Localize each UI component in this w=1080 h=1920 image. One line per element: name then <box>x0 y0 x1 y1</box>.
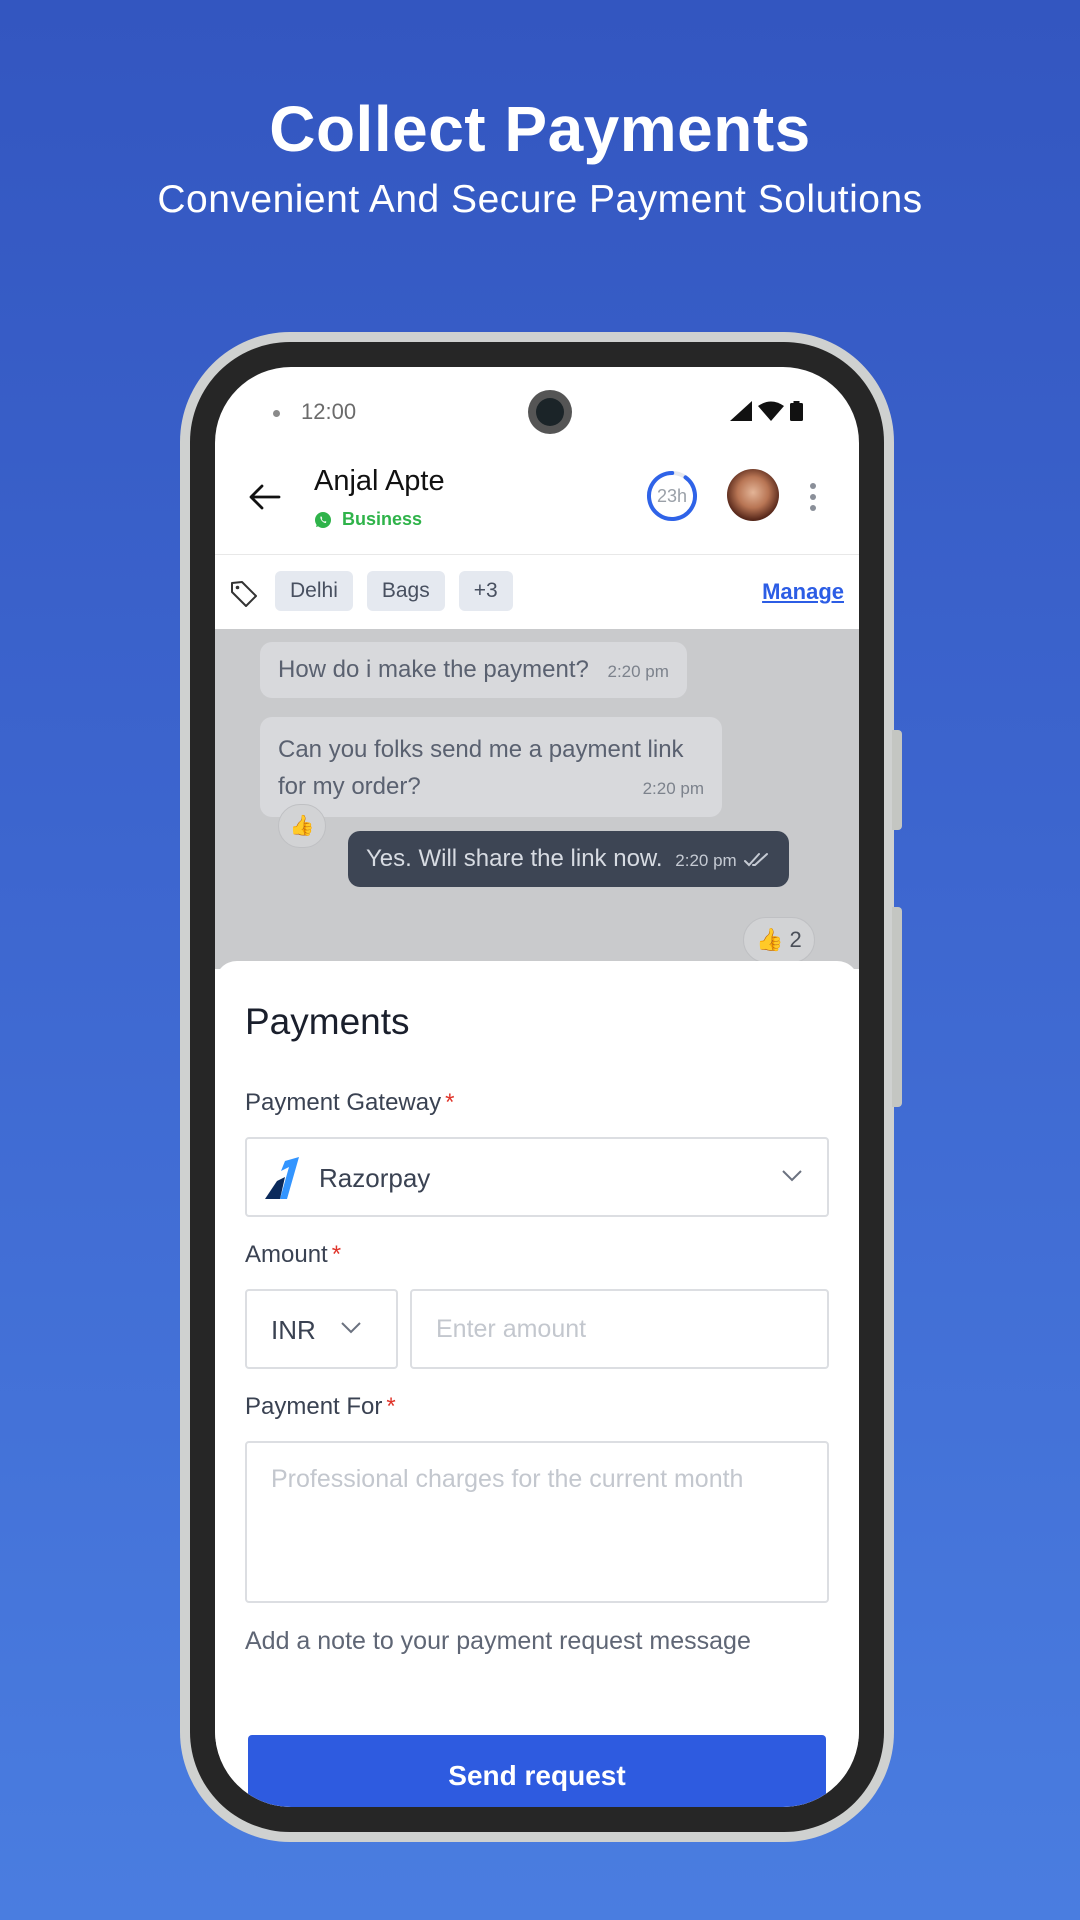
notification-dot-icon <box>273 410 280 417</box>
chevron-down-icon <box>341 1322 361 1334</box>
message-incoming: How do i make the payment? 2:20 pm <box>260 642 687 698</box>
message-time: 2:20 pm <box>642 779 704 798</box>
payment-for-label-text: Payment For <box>245 1393 383 1420</box>
manage-tags-link[interactable]: Manage <box>762 579 844 605</box>
double-check-icon <box>744 853 769 867</box>
whatsapp-icon <box>315 511 331 528</box>
required-mark: * <box>386 1393 396 1420</box>
razorpay-logo-icon <box>265 1157 299 1199</box>
helper-text: Add a note to your payment request messa… <box>245 1627 751 1655</box>
currency-select[interactable]: INR <box>245 1289 398 1369</box>
chat-header: Anjal Apte Business 23h <box>215 447 859 555</box>
message-time: 2:20 pm <box>607 662 669 681</box>
message-outgoing: Yes. Will share the link now. 2:20 pm <box>348 831 790 887</box>
status-bar: 12:00 <box>215 367 859 447</box>
send-request-button[interactable]: Send request <box>248 1735 826 1807</box>
sheet-title: Payments <box>245 1001 410 1042</box>
tags-bar: Delhi Bags +3 Manage <box>215 555 859 629</box>
timer-label: 23h <box>656 486 688 506</box>
message-time: 2:20 pm <box>675 851 737 870</box>
volume-button <box>892 730 902 830</box>
back-arrow-icon[interactable] <box>245 477 285 517</box>
avatar[interactable] <box>727 469 779 521</box>
phone-bezel: 12:00 Anjal Apte Business 23h Delhi Bags… <box>190 342 884 1832</box>
message-text: How do i make the payment? <box>278 656 589 683</box>
gateway-label: Payment Gateway * <box>245 1089 454 1117</box>
thumbs-up-icon: 👍 <box>756 927 784 952</box>
camera-cutout <box>528 390 572 434</box>
hero-title: Collect Payments <box>269 93 811 165</box>
message-text: Can you folks send me a payment link for… <box>278 736 684 800</box>
status-icons <box>730 401 803 421</box>
payment-for-textarea[interactable] <box>245 1441 829 1603</box>
signal-icon <box>730 401 752 421</box>
wifi-icon <box>758 401 784 421</box>
tag-chip[interactable]: Delhi <box>275 571 353 611</box>
message-text: Yes. Will share the link now. <box>366 845 663 872</box>
chevron-down-icon <box>782 1170 802 1182</box>
message-reaction[interactable]: 👍 <box>278 804 326 848</box>
contact-name[interactable]: Anjal Apte <box>314 465 445 498</box>
message-reaction[interactable]: 👍 2 <box>743 917 815 963</box>
power-button <box>892 907 902 1107</box>
gateway-select[interactable]: Razorpay <box>245 1137 829 1217</box>
more-vertical-icon[interactable] <box>803 477 823 517</box>
thumbs-up-icon: 👍 <box>289 815 315 837</box>
payment-for-label: Payment For * <box>245 1393 396 1421</box>
tag-icon <box>231 581 257 607</box>
required-mark: * <box>331 1241 342 1268</box>
battery-icon <box>790 401 803 421</box>
gateway-label-text: Payment Gateway <box>245 1089 442 1116</box>
message-incoming: Can you folks send me a payment link for… <box>260 717 722 817</box>
tag-chip[interactable]: Bags <box>366 571 445 611</box>
channel-badge: Business <box>314 509 422 530</box>
amount-input[interactable] <box>410 1289 829 1369</box>
phone-frame: 12:00 Anjal Apte Business 23h Delhi Bags… <box>180 332 902 1842</box>
session-timer[interactable]: 23h <box>645 469 699 523</box>
payments-sheet: Payments Payment Gateway * Razorpay Amoun… <box>215 961 859 1807</box>
tag-more-chip[interactable]: +3 <box>458 571 513 611</box>
chat-messages: How do i make the payment? 2:20 pm Can y… <box>215 629 859 969</box>
tag-list: Delhi Bags +3 <box>275 571 513 611</box>
amount-label: Amount * <box>245 1241 341 1269</box>
gateway-value: Razorpay <box>319 1163 431 1193</box>
phone-screen: 12:00 Anjal Apte Business 23h Delhi Bags… <box>215 367 859 1807</box>
hero-subtitle: Convenient And Secure Payment Solutions <box>157 178 923 221</box>
required-mark: * <box>445 1089 455 1116</box>
status-time: 12:00 <box>301 399 357 424</box>
currency-value: INR <box>271 1315 316 1345</box>
amount-label-text: Amount <box>245 1241 328 1268</box>
channel-label: Business <box>342 509 423 529</box>
reaction-count: 2 <box>789 927 802 952</box>
